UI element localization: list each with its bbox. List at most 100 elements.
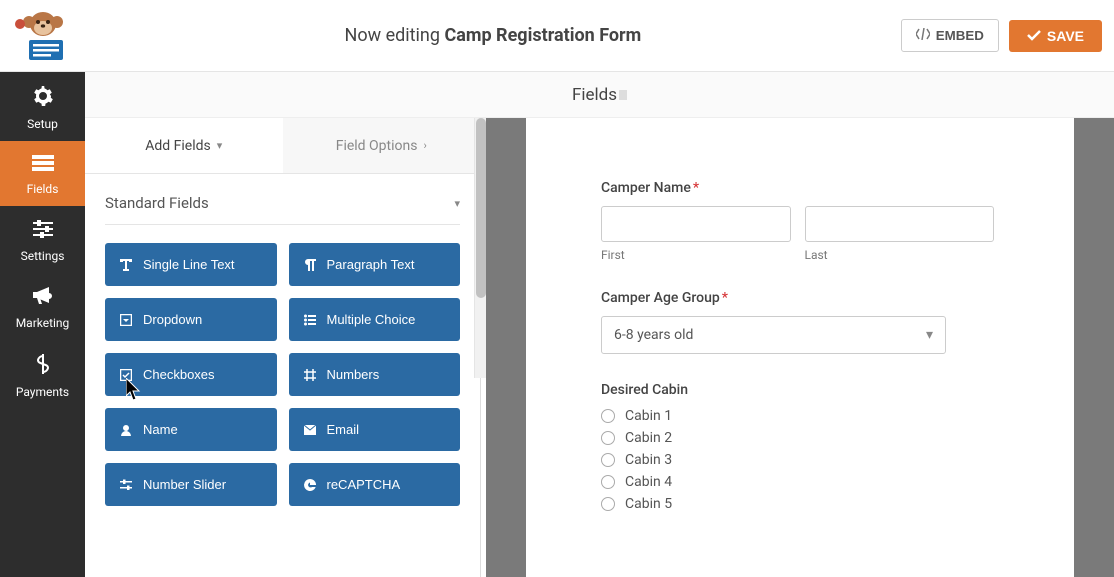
user-icon: [119, 424, 133, 436]
sidenav-item-fields[interactable]: Fields: [0, 141, 85, 206]
radio-icon: [601, 431, 615, 445]
form-preview-card: Camper Name* First Last Camper Age Group…: [526, 118, 1074, 577]
envelope-icon: [303, 425, 317, 435]
last-sublabel: Last: [805, 248, 995, 262]
age-group-value: 6-8 years old: [614, 327, 693, 343]
bullhorn-icon: [33, 287, 53, 310]
radio-icon: [601, 475, 615, 489]
field-numbers[interactable]: Numbers: [289, 353, 461, 396]
sliders-icon: [119, 479, 133, 491]
section-title-row[interactable]: Standard Fields ▾: [105, 194, 460, 225]
last-name-input[interactable]: [805, 206, 995, 242]
google-icon: [303, 479, 317, 491]
fields-header-strip: Fields: [85, 72, 1114, 118]
cabin-option[interactable]: Cabin 4: [601, 474, 994, 490]
tab-add-fields[interactable]: Add Fields ▾: [85, 118, 283, 173]
cabin-option[interactable]: Cabin 5: [601, 496, 994, 512]
chevron-down-icon: ▾: [217, 139, 223, 152]
cabin-option[interactable]: Cabin 2: [601, 430, 994, 446]
sidenav-item-label: Settings: [21, 249, 65, 263]
sidenav-item-label: Fields: [27, 182, 59, 196]
required-marker: *: [693, 180, 699, 196]
first-name-input[interactable]: [601, 206, 791, 242]
field-label: Paragraph Text: [327, 257, 415, 272]
camper-name-field[interactable]: Camper Name* First Last: [601, 180, 994, 262]
field-single-line-text[interactable]: Single Line Text: [105, 243, 277, 286]
sidenav-item-settings[interactable]: Settings: [0, 206, 85, 273]
radio-icon: [601, 453, 615, 467]
embed-button[interactable]: EMBED: [901, 19, 999, 52]
age-group-select[interactable]: 6-8 years old ▾: [601, 316, 946, 354]
field-label: reCAPTCHA: [327, 477, 401, 492]
field-name[interactable]: Name: [105, 408, 277, 451]
paragraph-icon: [303, 259, 317, 271]
editing-prefix: Now editing: [345, 25, 445, 46]
required-marker: *: [722, 290, 728, 306]
logo-area: [0, 0, 85, 71]
fields-strip-label: Fields: [572, 85, 617, 105]
sliders-icon: [33, 220, 53, 243]
camper-age-group-field[interactable]: Camper Age Group* 6-8 years old ▾: [601, 290, 994, 354]
check-icon: [1027, 28, 1041, 44]
section-title: Standard Fields: [105, 194, 209, 212]
field-label: Name: [143, 422, 178, 437]
chevron-down-icon: ▾: [454, 197, 460, 210]
hash-icon: [303, 369, 317, 381]
tab-field-options[interactable]: Field Options ›: [283, 118, 481, 173]
sidenav-item-payments[interactable]: Payments: [0, 340, 85, 409]
field-grid: Single Line Text Paragraph Text Dropdown…: [105, 243, 460, 506]
age-group-label: Camper Age Group*: [601, 290, 994, 306]
chevron-down-icon: ▾: [926, 327, 933, 343]
chevron-right-icon: ›: [423, 139, 426, 152]
field-label: Dropdown: [143, 312, 202, 327]
field-label: Numbers: [327, 367, 380, 382]
wpforms-logo-icon: [15, 10, 71, 62]
camper-name-label: Camper Name*: [601, 180, 994, 196]
code-icon: [916, 28, 930, 43]
scrollbar-thumb[interactable]: [476, 118, 486, 298]
save-label: SAVE: [1047, 28, 1084, 44]
panel-tabs: Add Fields ▾ Field Options ›: [85, 118, 480, 174]
field-checkboxes[interactable]: Checkboxes: [105, 353, 277, 396]
form-name: Camp Registration Form: [444, 25, 641, 46]
field-recaptcha[interactable]: reCAPTCHA: [289, 463, 461, 506]
checkbox-icon: [119, 369, 133, 381]
standard-fields-section: Standard Fields ▾ Single Line Text Parag…: [85, 174, 480, 526]
text-icon: [119, 259, 133, 271]
tab-label: Add Fields: [145, 138, 211, 154]
field-label: Single Line Text: [143, 257, 235, 272]
cabin-option[interactable]: Cabin 1: [601, 408, 994, 424]
field-label: Number Slider: [143, 477, 226, 492]
field-number-slider[interactable]: Number Slider: [105, 463, 277, 506]
sidenav-item-setup[interactable]: Setup: [0, 72, 85, 141]
radio-icon: [601, 497, 615, 511]
field-label: Multiple Choice: [327, 312, 416, 327]
radio-icon: [601, 409, 615, 423]
field-label: Checkboxes: [143, 367, 215, 382]
sidenav-item-label: Payments: [16, 385, 69, 399]
side-nav: Setup Fields Settings Marketing Payments: [0, 72, 85, 577]
dollar-icon: [37, 354, 49, 379]
field-paragraph-text[interactable]: Paragraph Text: [289, 243, 461, 286]
save-button[interactable]: SAVE: [1009, 20, 1102, 52]
dropdown-icon: [119, 314, 133, 326]
field-multiple-choice[interactable]: Multiple Choice: [289, 298, 461, 341]
field-email[interactable]: Email: [289, 408, 461, 451]
cabin-label: Desired Cabin: [601, 382, 994, 398]
field-label: Email: [327, 422, 360, 437]
cabin-option[interactable]: Cabin 3: [601, 452, 994, 468]
desired-cabin-field[interactable]: Desired Cabin Cabin 1 Cabin 2 Cabin 3 Ca…: [601, 382, 994, 512]
scrollbar-track[interactable]: [474, 118, 486, 378]
fields-strip-marker: [619, 90, 627, 100]
sidenav-item-label: Marketing: [16, 316, 70, 330]
sidenav-item-label: Setup: [27, 117, 58, 131]
top-bar: Now editing Camp Registration Form EMBED…: [0, 0, 1114, 72]
gear-icon: [33, 86, 53, 111]
page-title: Now editing Camp Registration Form: [85, 25, 901, 46]
sidenav-item-marketing[interactable]: Marketing: [0, 273, 85, 340]
form-preview-wrap: Camper Name* First Last Camper Age Group…: [486, 118, 1114, 577]
cabin-radio-group: Cabin 1 Cabin 2 Cabin 3 Cabin 4 Cabin 5: [601, 408, 994, 512]
field-dropdown[interactable]: Dropdown: [105, 298, 277, 341]
list-icon: [32, 155, 54, 176]
embed-label: EMBED: [936, 28, 984, 43]
